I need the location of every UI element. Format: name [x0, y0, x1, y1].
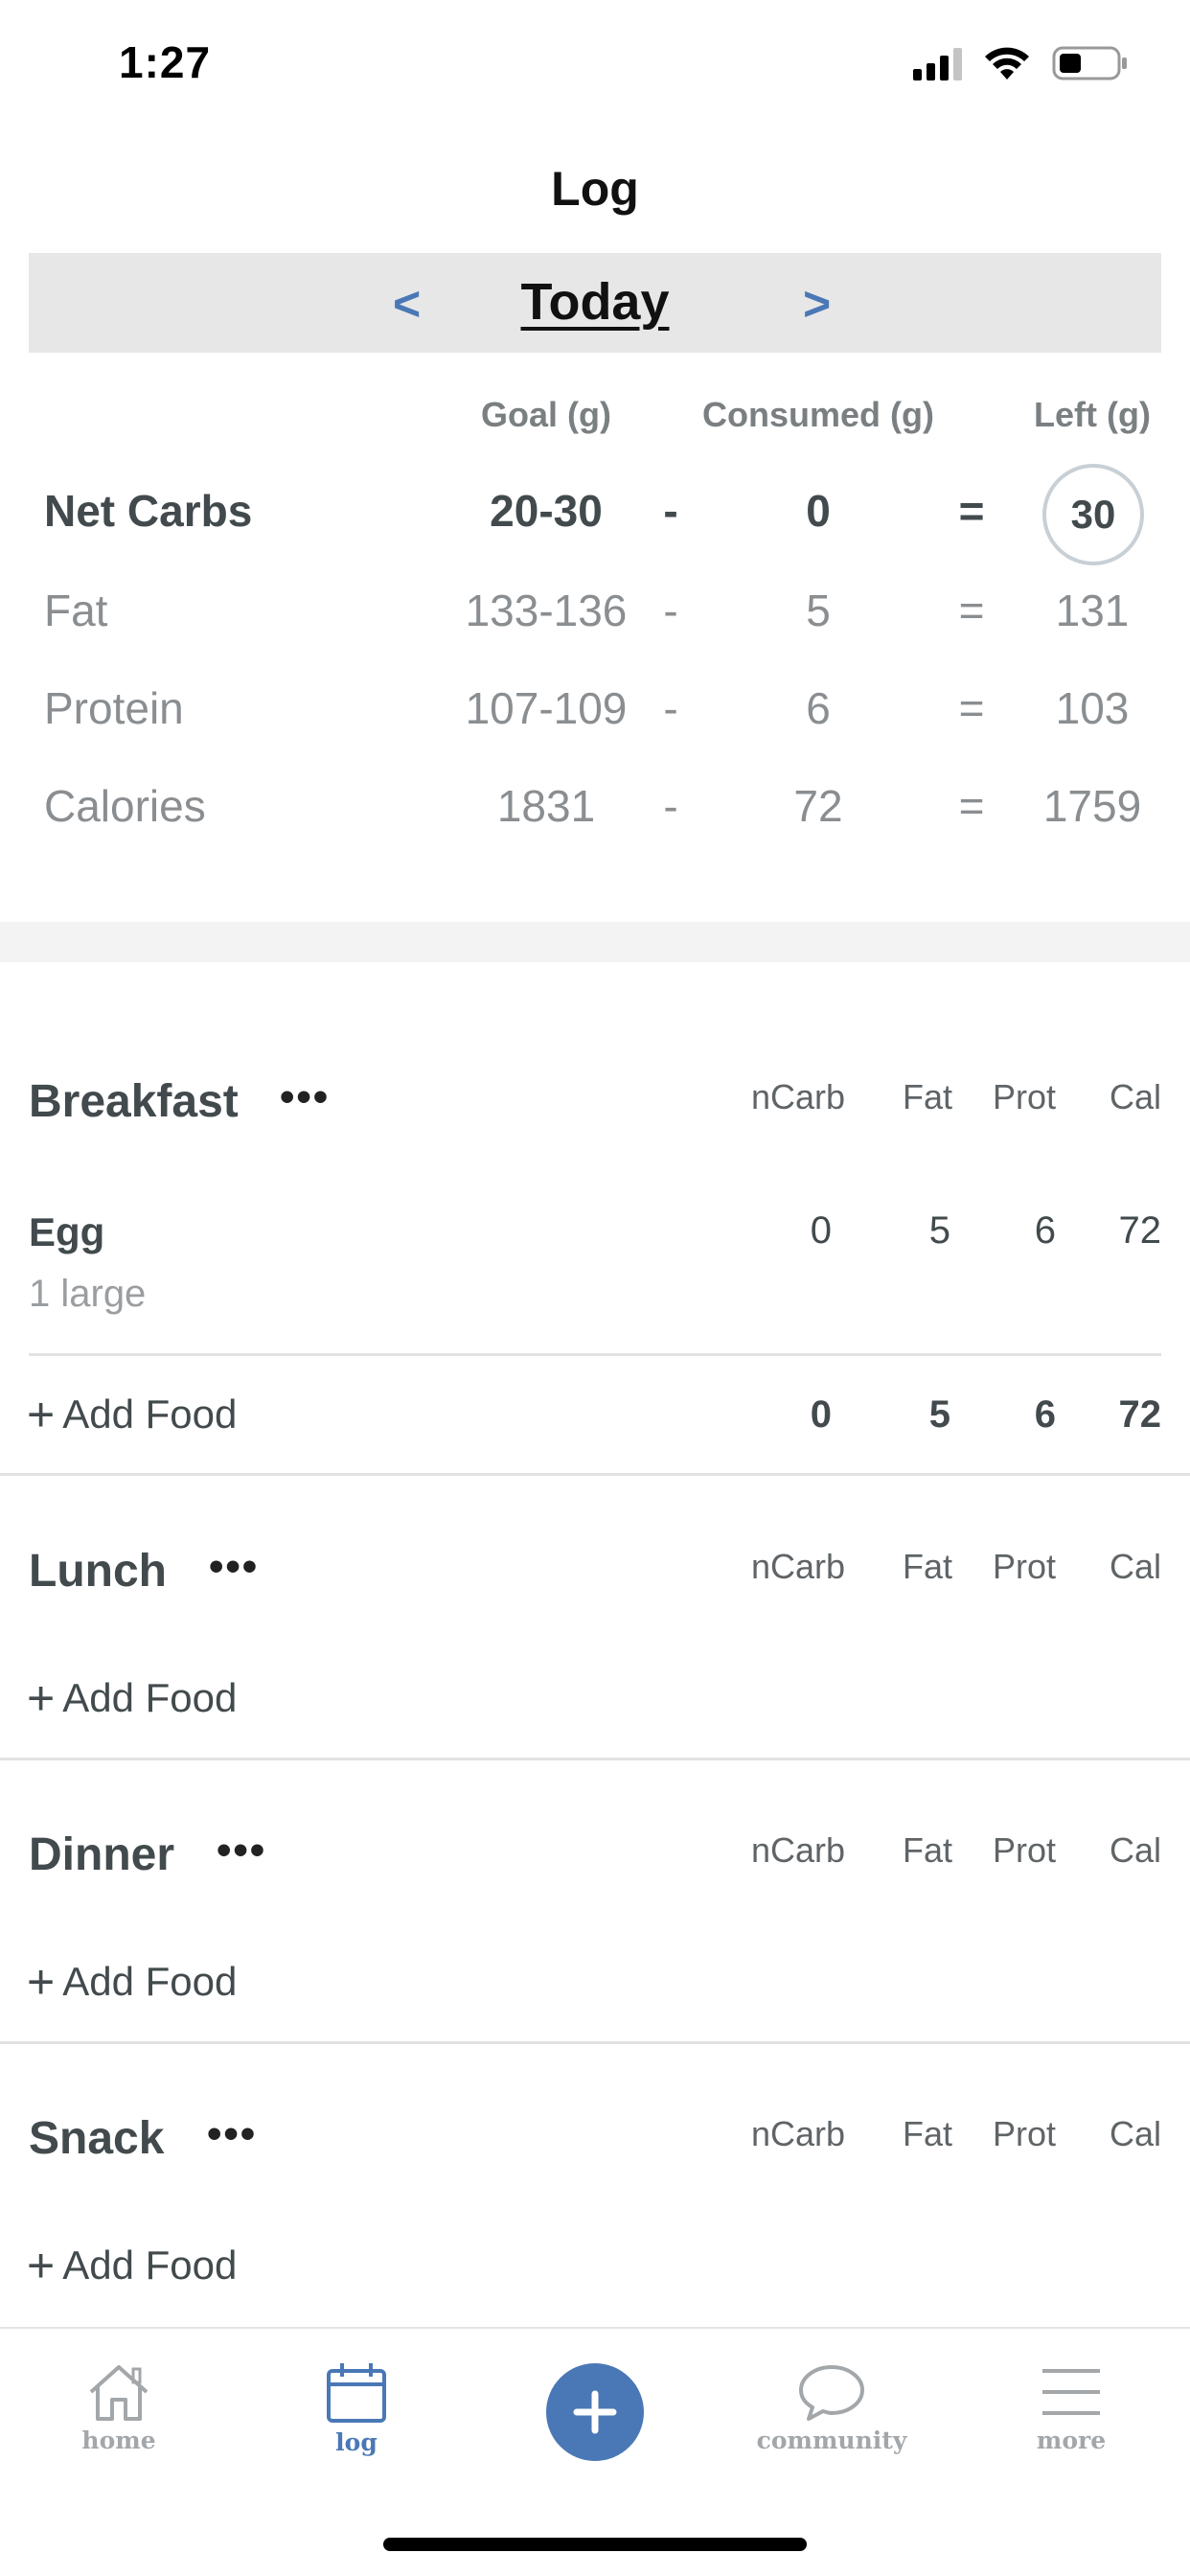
left-column-header: Left (g) — [1034, 395, 1151, 434]
status-icons — [913, 44, 1129, 82]
macro-name: Net Carbs — [44, 486, 253, 536]
equals-sign: = — [958, 586, 985, 635]
tab-label: more — [1036, 2426, 1107, 2454]
net-carbs-left-badge: 30 — [1042, 464, 1144, 565]
macro-name: Protein — [44, 683, 184, 733]
minus-sign: - — [663, 683, 678, 733]
macro-left: 131 — [1055, 586, 1130, 635]
plus-icon: + — [27, 1671, 56, 1725]
plus-icon: + — [27, 1388, 56, 1441]
add-food-label: Add Food — [62, 1959, 238, 2004]
plus-icon: + — [27, 2239, 56, 2292]
macro-row-net-carbs: Net Carbs 20-30 - 0 = 30 — [0, 464, 1190, 565]
dinner-add-food-button[interactable]: + Add Food — [27, 1955, 238, 2009]
column-header-cal: Cal — [1109, 1547, 1161, 1586]
minus-sign: - — [663, 781, 678, 831]
total-fat: 5 — [928, 1393, 950, 1436]
macro-consumed: 72 — [793, 781, 843, 831]
tab-label: home — [81, 2426, 156, 2454]
macro-consumed: 0 — [806, 486, 831, 536]
goal-column-header: Goal (g) — [481, 395, 611, 434]
macro-row-protein: Protein 107-109 - 6 = 103 — [0, 682, 1190, 759]
macro-left: 103 — [1055, 683, 1130, 733]
date-label[interactable]: Today — [29, 272, 1161, 332]
meal-title-breakfast: Breakfast — [29, 1076, 239, 1127]
lunch-add-food-button[interactable]: + Add Food — [27, 1671, 238, 1725]
divider — [0, 1758, 1190, 1760]
tab-label: log — [335, 2428, 378, 2456]
divider — [29, 1353, 1161, 1356]
column-header-cal: Cal — [1109, 2114, 1161, 2153]
meal-title-dinner: Dinner — [29, 1829, 175, 1880]
macro-goal: 20-30 — [490, 486, 603, 536]
breakfast-add-food-button[interactable]: + Add Food — [27, 1388, 238, 1441]
macro-goal: 107-109 — [465, 683, 628, 733]
macro-name: Fat — [44, 586, 108, 635]
snack-more-icon[interactable]: ••• — [207, 2110, 257, 2158]
plus-icon — [573, 2390, 617, 2434]
meal-title-lunch: Lunch — [29, 1546, 167, 1597]
total-prot: 6 — [1034, 1393, 1056, 1436]
macro-consumed: 6 — [806, 683, 831, 733]
lunch-more-icon[interactable]: ••• — [209, 1543, 259, 1591]
home-icon — [89, 2365, 149, 2421]
next-day-button[interactable]: > — [803, 276, 831, 332]
divider — [0, 2041, 1190, 2044]
tab-label: community — [756, 2426, 907, 2454]
macro-row-fat: Fat 133-136 - 5 = 131 — [0, 585, 1190, 661]
equals-sign: = — [958, 486, 985, 536]
plus-icon: + — [27, 1955, 56, 2009]
section-separator — [0, 922, 1190, 962]
minus-sign: - — [663, 586, 678, 635]
minus-sign: - — [663, 486, 678, 536]
dinner-more-icon[interactable]: ••• — [217, 1827, 266, 1874]
total-ncarb: 0 — [810, 1393, 832, 1436]
tab-home[interactable]: home — [23, 2361, 215, 2454]
snack-add-food-button[interactable]: + Add Food — [27, 2239, 238, 2292]
meal-title-snack: Snack — [29, 2113, 165, 2164]
column-header-cal: Cal — [1109, 1077, 1161, 1116]
status-time: 1:27 — [119, 37, 212, 87]
add-food-label: Add Food — [62, 2242, 238, 2288]
calendar-icon — [327, 2363, 386, 2423]
home-indicator — [383, 2538, 807, 2551]
date-navigator: < Today > — [29, 253, 1161, 353]
equals-sign: = — [958, 683, 985, 733]
status-bar: 1:27 — [0, 0, 1190, 134]
wifi-icon — [985, 47, 1029, 80]
macro-consumed: 5 — [806, 586, 831, 635]
menu-icon — [1042, 2369, 1100, 2415]
page-title: Log — [551, 162, 639, 216]
add-food-label: Add Food — [62, 1675, 238, 1720]
tab-log[interactable]: log — [261, 2361, 452, 2456]
tab-community[interactable]: community — [736, 2361, 927, 2454]
battery-icon — [1052, 46, 1127, 80]
divider — [0, 1473, 1190, 1476]
macro-goal: 1831 — [496, 781, 596, 831]
breakfast-more-icon[interactable]: ••• — [280, 1073, 330, 1121]
add-button[interactable] — [546, 2363, 644, 2461]
food-serving: 1 large — [29, 1273, 147, 1315]
food-ncarb: 0 — [810, 1209, 832, 1252]
food-fat: 5 — [928, 1209, 950, 1252]
food-prot: 6 — [1034, 1209, 1056, 1252]
macro-row-calories: Calories 1831 - 72 = 1759 — [0, 780, 1190, 857]
column-header-cal: Cal — [1109, 1830, 1161, 1870]
consumed-column-header: Consumed (g) — [702, 395, 934, 434]
tab-more[interactable]: more — [975, 2361, 1167, 2454]
macro-name: Calories — [44, 781, 206, 831]
chat-bubble-icon — [799, 2365, 864, 2421]
food-name: Egg — [29, 1209, 105, 1254]
add-food-label: Add Food — [62, 1392, 238, 1437]
macro-goal: 133-136 — [465, 586, 628, 635]
total-cal: 72 — [1118, 1393, 1162, 1436]
cellular-signal-icon — [913, 46, 962, 80]
equals-sign: = — [958, 781, 985, 831]
macro-left: 1759 — [1042, 781, 1142, 831]
food-cal: 72 — [1118, 1209, 1162, 1252]
